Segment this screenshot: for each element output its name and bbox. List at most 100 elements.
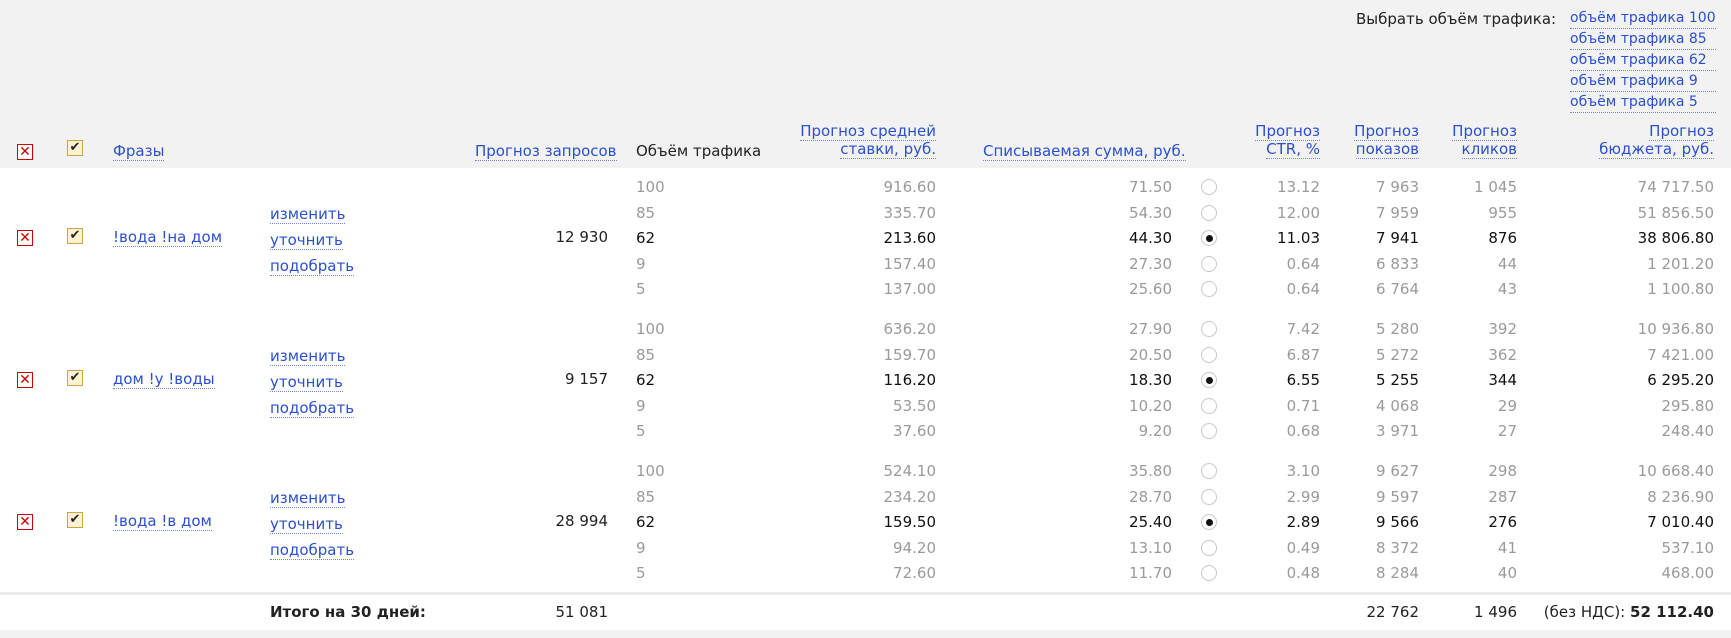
remove-phrase-x-icon[interactable]: ✕ [17, 230, 33, 246]
volume-radio[interactable] [1201, 514, 1217, 530]
remove-phrase-x-icon[interactable]: ✕ [17, 372, 33, 388]
edit-link[interactable]: изменить [270, 205, 346, 224]
phrase-group: ✕ ✔ !вода !в дом изменить уточнить подобрать 2… [0, 452, 1731, 595]
col-ctr-line1[interactable]: Прогноз [1255, 122, 1320, 141]
bid-value: 137.00 [883, 280, 937, 298]
col-requests[interactable]: Прогноз запросов [475, 142, 617, 161]
volume-radio[interactable] [1201, 179, 1217, 195]
impressions-value: 7 963 [1376, 178, 1419, 196]
phrase-check-icon[interactable]: ✔ [67, 228, 83, 244]
phrase-link[interactable]: !вода !в дом [113, 512, 212, 531]
clicks-value: 1 045 [1474, 178, 1517, 196]
impressions-value: 7 941 [1376, 229, 1419, 247]
phrase-link[interactable]: дом !у !воды [113, 370, 215, 389]
budget-value: 1 100.80 [1647, 280, 1714, 298]
clicks-value: 344 [1488, 371, 1517, 389]
col-budget[interactable]: Прогноз бюджета, руб. [1560, 122, 1714, 159]
totals-budget-prefix: (без НДС): [1543, 603, 1626, 621]
forecast-table: Выбрать объём трафика: объём трафика 100… [0, 0, 1731, 638]
charge-value: 27.90 [1129, 320, 1172, 338]
ctr-value: 11.03 [1277, 229, 1320, 247]
volume-radio[interactable] [1201, 204, 1217, 221]
volume-radio[interactable] [1201, 488, 1217, 505]
bottom-strip [0, 630, 1731, 638]
refine-link[interactable]: уточнить [270, 373, 343, 392]
budget-value: 295.80 [1661, 396, 1715, 415]
volume-radio[interactable] [1201, 463, 1217, 479]
requests-value: 9 157 [565, 370, 608, 388]
totals-budget: (без НДС): 52 112.40 [1520, 603, 1714, 621]
bid-value: 37.60 [893, 422, 936, 440]
table-header: Выбрать объём трафика: объём трафика 100… [0, 0, 1731, 168]
col-impr-line2[interactable]: показов [1355, 140, 1419, 159]
volume-radio[interactable] [1201, 321, 1217, 337]
col-bid-line2[interactable]: ставки, руб. [840, 140, 936, 159]
volume-radio[interactable] [1201, 423, 1217, 439]
phrase-check-icon[interactable]: ✔ [67, 512, 83, 528]
traffic-volume-options: объём трафика 100 объём трафика 85 объём… [1570, 8, 1716, 113]
pick-link[interactable]: подобрать [270, 399, 355, 418]
ctr-value: 2.99 [1286, 487, 1320, 506]
refine-link[interactable]: уточнить [270, 231, 343, 250]
volume-radio[interactable] [1201, 230, 1217, 246]
col-phrases[interactable]: Фразы [113, 142, 165, 161]
remove-phrase-x-icon[interactable]: ✕ [17, 514, 33, 530]
volume-radio[interactable] [1201, 372, 1217, 388]
refine-link[interactable]: уточнить [270, 515, 343, 534]
charge-value: 35.80 [1129, 462, 1172, 480]
requests-value: 12 930 [555, 228, 609, 246]
traffic-option-85[interactable]: объём трафика 85 [1570, 29, 1716, 50]
col-bid-line1[interactable]: Прогноз средней [800, 122, 936, 141]
col-clicks[interactable]: Прогноз кликов [1424, 122, 1517, 159]
volume-value: 62 [636, 229, 656, 247]
impressions-value: 5 280 [1376, 320, 1419, 338]
charge-value: 28.70 [1129, 487, 1172, 506]
volume-radio[interactable] [1201, 565, 1217, 581]
col-ctr-line2[interactable]: CTR, % [1266, 140, 1320, 159]
volume-value: 5 [636, 564, 646, 582]
volume-radio[interactable] [1201, 281, 1217, 297]
col-impressions[interactable]: Прогноз показов [1326, 122, 1419, 159]
edit-link[interactable]: изменить [270, 347, 346, 366]
col-charge[interactable]: Списываемая сумма, руб. [983, 142, 1186, 161]
impressions-value: 6 764 [1376, 280, 1419, 298]
totals-clicks: 1 496 [1474, 603, 1517, 621]
pick-link[interactable]: подобрать [270, 257, 355, 276]
col-bid[interactable]: Прогноз средней ставки, руб. [780, 122, 936, 159]
col-clicks-line2[interactable]: кликов [1461, 140, 1517, 159]
volume-radio[interactable] [1201, 397, 1217, 414]
traffic-option-62[interactable]: объём трафика 62 [1570, 50, 1716, 71]
bid-value: 524.10 [883, 462, 937, 480]
bid-value: 636.20 [883, 320, 937, 338]
budget-value: 51 856.50 [1637, 203, 1714, 222]
phrase-check-icon[interactable]: ✔ [67, 370, 83, 386]
volume-radio[interactable] [1201, 346, 1217, 363]
select-all-check-icon[interactable]: ✔ [67, 140, 83, 156]
col-impr-line1[interactable]: Прогноз [1354, 122, 1419, 141]
volume-value: 85 [636, 203, 656, 222]
impressions-value: 6 833 [1376, 254, 1419, 273]
col-budget-line2[interactable]: бюджета, руб. [1599, 140, 1714, 159]
traffic-option-9[interactable]: объём трафика 9 [1570, 71, 1716, 92]
ctr-value: 6.55 [1286, 371, 1320, 389]
impressions-value: 7 959 [1376, 203, 1419, 222]
clicks-value: 27 [1497, 422, 1517, 440]
totals-label: Итого на 30 дней: [270, 603, 426, 621]
clicks-value: 298 [1488, 462, 1517, 480]
traffic-option-5[interactable]: объём трафика 5 [1570, 92, 1716, 113]
clicks-value: 362 [1488, 345, 1517, 364]
volume-radio[interactable] [1201, 255, 1217, 272]
volume-radio[interactable] [1201, 539, 1217, 556]
volume-value: 9 [636, 396, 646, 415]
remove-all-x-icon[interactable]: ✕ [17, 144, 33, 160]
phrase-link[interactable]: !вода !на дом [113, 228, 223, 247]
pick-link[interactable]: подобрать [270, 541, 355, 560]
traffic-option-100[interactable]: объём трафика 100 [1570, 8, 1716, 29]
col-ctr[interactable]: Прогноз CTR, % [1228, 122, 1320, 159]
edit-link[interactable]: изменить [270, 489, 346, 508]
col-clicks-line1[interactable]: Прогноз [1452, 122, 1517, 141]
col-budget-line1[interactable]: Прогноз [1649, 122, 1714, 141]
impressions-value: 5 272 [1376, 345, 1419, 364]
ctr-value: 13.12 [1277, 178, 1320, 196]
col-volume: Объём трафика [636, 142, 762, 160]
